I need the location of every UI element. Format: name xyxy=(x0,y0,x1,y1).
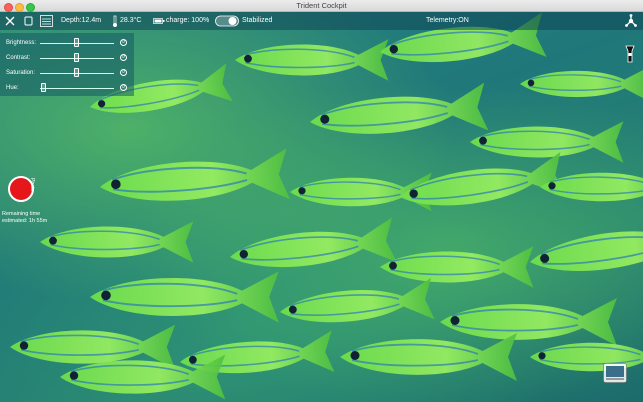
saturation-reset-icon[interactable]: ↺ xyxy=(120,68,127,76)
record-control xyxy=(5,173,41,209)
brightness-reset-icon[interactable]: ↺ xyxy=(120,38,127,46)
saturation-label: Saturation: xyxy=(6,70,36,76)
title-bar: Trident Cockpit xyxy=(0,0,643,12)
brightness-label: Brightness: xyxy=(6,40,37,46)
brightness-thumb[interactable] xyxy=(74,38,79,47)
stabilized-toggle[interactable] xyxy=(215,12,239,38)
telemetry-status: Telemetry:ON xyxy=(426,17,469,24)
contrast-label: Contrast: xyxy=(6,55,31,61)
charge-readout: charge: 100% xyxy=(166,17,210,24)
remaining-time: Remaining time estimated: 1h 55m xyxy=(2,211,47,225)
top-toolbar: Depth:12.4m 28.3°C charge: 100% Stabiliz… xyxy=(0,12,643,30)
window-title: Trident Cockpit xyxy=(296,1,347,10)
drone-icon[interactable] xyxy=(624,12,638,38)
hue-reset-icon[interactable]: ↺ xyxy=(120,83,127,91)
contrast-thumb[interactable] xyxy=(74,53,79,62)
hue-slider[interactable] xyxy=(40,87,114,89)
camera-adjust-panel: Brightness: ↺ Contrast: ↺ Saturation: ↺ … xyxy=(0,33,134,96)
remaining-time-line2: estimated: 1h 55m xyxy=(2,218,48,224)
remaining-time-line1: Remaining time xyxy=(2,211,41,217)
contrast-reset-icon[interactable]: ↺ xyxy=(120,53,127,61)
gallery-icon[interactable] xyxy=(603,363,627,388)
stabilized-label: Stabilized xyxy=(242,17,273,24)
photo-mode-label[interactable]: Photo xyxy=(29,178,35,191)
hue-label: Hue: xyxy=(6,85,19,91)
saturation-row: Saturation: ↺ xyxy=(0,67,134,79)
saturation-thumb[interactable] xyxy=(74,68,79,77)
trident-window: Trident Cockpit Depth:12.4m 28.3°C charg… xyxy=(0,0,643,402)
hue-row: Hue: ↺ xyxy=(0,82,134,94)
temperature-readout: 28.3°C xyxy=(120,17,142,24)
depth-readout: Depth:12.4m xyxy=(61,17,102,24)
battery-icon xyxy=(153,12,165,38)
hue-thumb[interactable] xyxy=(41,83,46,92)
brightness-row: Brightness: ↺ xyxy=(0,37,134,49)
flashlight-icon[interactable] xyxy=(625,44,635,69)
contrast-row: Contrast: ↺ xyxy=(0,52,134,64)
